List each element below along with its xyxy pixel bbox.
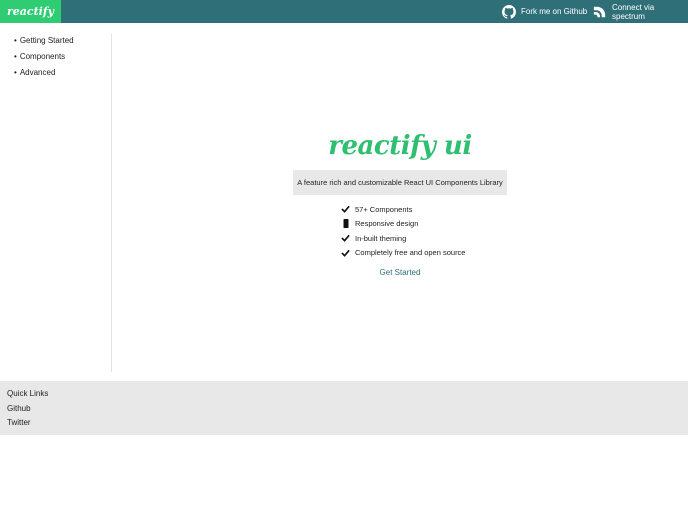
github-icon	[502, 4, 516, 19]
github-link[interactable]: Fork me on Github	[502, 0, 587, 23]
check-icon	[336, 234, 355, 243]
sidebar: Getting Started Components Advanced	[0, 34, 112, 372]
sidebar-item-advanced[interactable]: Advanced	[14, 66, 111, 82]
feature-label: 57+ Components	[355, 204, 413, 214]
spectrum-link[interactable]: Connect via spectrum	[593, 0, 688, 23]
footer-link-twitter[interactable]: Twitter	[7, 418, 688, 433]
check-icon	[336, 249, 355, 257]
feature-item: 57+ Components	[336, 202, 465, 217]
feature-label: Completely free and open source	[355, 248, 466, 258]
spectrum-link-label: Connect via spectrum	[612, 2, 655, 21]
footer-quick-links-heading: Quick Links	[7, 389, 49, 398]
get-started-link[interactable]: Get Started	[112, 268, 688, 277]
github-link-label: Fork me on Github	[521, 7, 588, 16]
tagline: A feature rich and customizable React UI…	[293, 170, 507, 195]
sidebar-nav: Getting Started Components Advanced	[0, 34, 111, 82]
feature-label: In-built theming	[355, 233, 407, 243]
sidebar-item-components[interactable]: Components	[14, 50, 111, 66]
feature-item: Completely free and open source	[336, 246, 465, 261]
feature-label: Responsive design	[355, 219, 419, 229]
sidebar-item-getting-started[interactable]: Getting Started	[14, 34, 111, 50]
hero-logo: reactify ui	[328, 131, 472, 161]
footer: Quick Links Github Twitter	[0, 381, 688, 435]
hero-section: reactify ui A feature rich and customiza…	[112, 23, 688, 381]
footer-link-github[interactable]: Github	[7, 404, 688, 419]
feature-item: Responsive design	[336, 217, 465, 232]
top-navbar: reactify ui Fork me on Github Connect vi…	[0, 0, 688, 41]
feature-list: 57+ Components Responsive design In-buil…	[336, 202, 465, 260]
mobile-icon	[336, 219, 355, 229]
spectrum-icon	[593, 5, 607, 19]
brand-logo[interactable]: reactify ui	[0, 0, 61, 41]
check-icon	[336, 205, 355, 214]
feature-item: In-built theming	[336, 231, 465, 246]
